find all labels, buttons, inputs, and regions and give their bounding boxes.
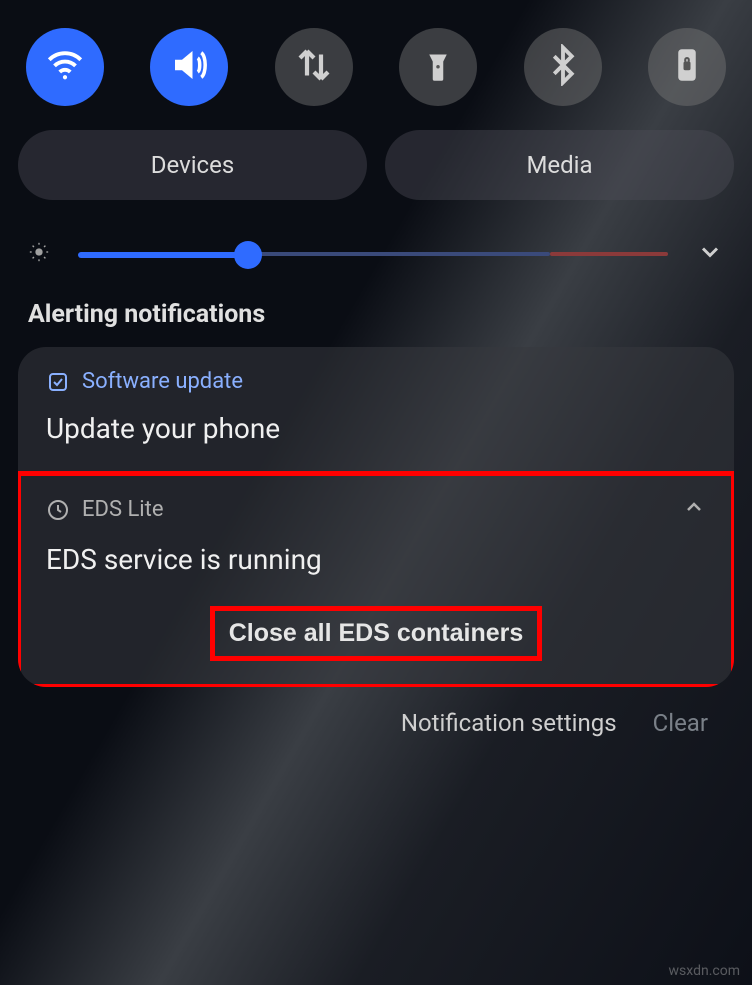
notification-app-name: EDS Lite (82, 497, 164, 522)
brightness-thumb[interactable] (234, 241, 262, 269)
volume-icon (168, 44, 210, 90)
quick-settings-row (18, 18, 734, 130)
watermark: wsxdn.com (669, 963, 740, 979)
clock-icon (46, 498, 70, 522)
rotation-lock-toggle[interactable] (648, 28, 726, 106)
close-eds-containers-button[interactable]: Close all EDS containers (215, 611, 538, 656)
flashlight-icon (417, 44, 459, 90)
media-devices-row: Devices Media (18, 130, 734, 200)
flashlight-toggle[interactable] (399, 28, 477, 106)
rotation-lock-icon (666, 44, 708, 90)
data-toggle[interactable] (275, 28, 353, 106)
expand-panel-toggle[interactable] (696, 238, 724, 270)
brightness-icon (28, 241, 50, 267)
notification-app-row: EDS Lite (46, 495, 706, 525)
media-chip[interactable]: Media (385, 130, 734, 200)
brightness-slider[interactable] (78, 244, 668, 264)
notification-footer: Notification settings Clear (18, 687, 734, 737)
notification-title: EDS service is running (46, 543, 706, 576)
notification-title: Update your phone (46, 412, 706, 445)
wifi-toggle[interactable] (26, 28, 104, 106)
brightness-row (18, 230, 734, 300)
notification-group: Software update Update your phone EDS Li… (18, 347, 734, 687)
notification-card-software-update[interactable]: Software update Update your phone (18, 347, 734, 471)
alerting-heading: Alerting notifications (28, 300, 734, 329)
software-update-icon (46, 370, 70, 394)
data-swap-icon (293, 44, 335, 90)
devices-chip[interactable]: Devices (18, 130, 367, 200)
notification-settings-link[interactable]: Notification settings (401, 709, 617, 737)
collapse-notification-toggle[interactable] (682, 495, 706, 525)
notification-card-eds-lite[interactable]: EDS Lite EDS service is running Close al… (18, 473, 734, 687)
notification-app-row: Software update (46, 369, 706, 394)
highlight-box: Close all EDS containers (210, 606, 543, 661)
bluetooth-icon (542, 44, 584, 90)
clear-notifications-button[interactable]: Clear (653, 709, 708, 737)
notification-app-name: Software update (82, 369, 243, 394)
wifi-icon (44, 44, 86, 90)
bluetooth-toggle[interactable] (524, 28, 602, 106)
notification-shade: Devices Media Alerting notifications Sof… (0, 0, 752, 755)
sound-toggle[interactable] (150, 28, 228, 106)
